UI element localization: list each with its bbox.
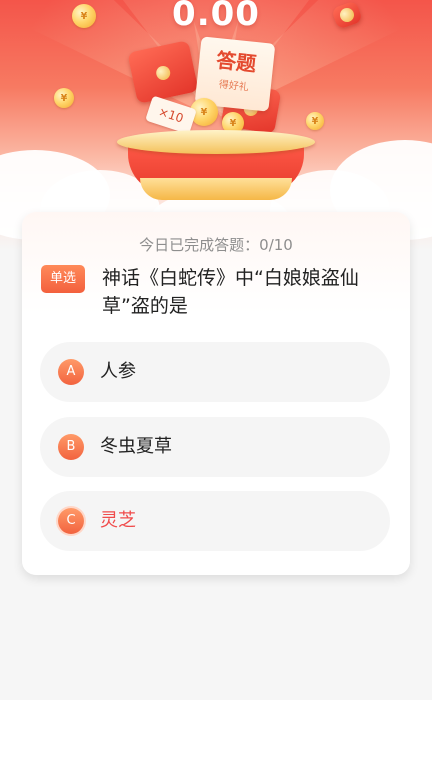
option-a-text: 人参 (100, 361, 136, 382)
balance-amount: 0.00 (172, 0, 260, 34)
coupon-tag-text: ×10 (156, 104, 186, 126)
question-type-badge: 单选 (41, 265, 85, 293)
option-c-text: 灵芝 (100, 510, 136, 531)
quiz-screen: 0.00 答题 得好礼 ×10 今日已完成答题：0/10 单选 神 (0, 0, 432, 700)
question-card: 今日已完成答题：0/10 单选 神话《白蛇传》中“白娘娘盗仙草”盗的是 A 人参… (22, 212, 410, 575)
option-c-letter: C (58, 508, 84, 534)
coin-icon (306, 112, 324, 130)
basket-band (140, 178, 292, 200)
option-b[interactable]: B 冬虫夏草 (40, 417, 390, 477)
option-c[interactable]: C 灵芝 (40, 491, 390, 551)
gift-basket-icon (117, 130, 315, 154)
option-b-letter: B (58, 434, 84, 460)
option-a-letter: A (58, 359, 84, 385)
option-b-text: 冬虫夏草 (100, 436, 172, 457)
question-text: 神话《白蛇传》中“白娘娘盗仙草”盗的是 (102, 267, 359, 317)
coin-icon (54, 88, 74, 108)
daily-progress: 今日已完成答题：0/10 (139, 236, 293, 254)
coin-icon (72, 4, 96, 28)
option-a[interactable]: A 人参 (40, 342, 390, 402)
